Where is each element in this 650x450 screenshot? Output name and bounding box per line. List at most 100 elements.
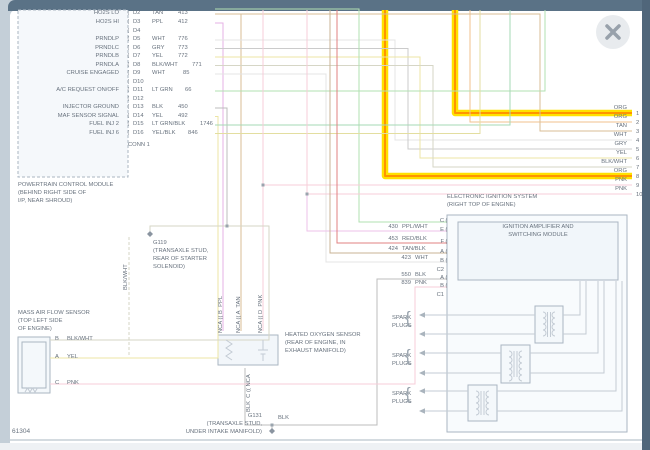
pcm-pin-id: D5 xyxy=(133,37,140,43)
pcm-pin-id: D6 xyxy=(133,46,140,52)
ignition-system-caption: (RIGHT TOP OF ENGINE) xyxy=(447,203,516,209)
pcm-pin-id: D9 xyxy=(133,71,140,77)
pcm-pin-id: D11 xyxy=(133,88,143,94)
right-pin-number: 2 xyxy=(636,121,639,127)
pcm-pin-bracket: ( xyxy=(128,131,130,136)
close-button[interactable] xyxy=(596,15,630,49)
pcm-pin-id: D2 xyxy=(133,11,140,17)
pcm-wire-color: PPL xyxy=(152,20,163,26)
drawing-number: 61304 xyxy=(12,429,30,436)
pcm-circuit-number: 412 xyxy=(178,20,188,26)
ignition-module-caption: SWITCHING MODULE xyxy=(458,233,618,239)
maf-pin-color: PNK xyxy=(67,381,79,387)
right-pin-number: 4 xyxy=(636,139,639,145)
ho2s-pin-label: NCA (( A TAN xyxy=(237,296,243,333)
module-wire-color: RED/BLK xyxy=(402,237,427,243)
maf-pin-letter: A xyxy=(55,355,59,361)
ground-wire-color: BLK xyxy=(278,416,289,422)
pcm-pin-id: D12 xyxy=(133,97,144,103)
pcm-circuit-number: 771 xyxy=(192,63,202,69)
pcm-circuit-number: 772 xyxy=(178,54,188,60)
pcm-wire-color: TAN xyxy=(152,11,163,17)
pcm-wire-color: LT GRN/BLK xyxy=(152,122,185,128)
maf-pin-color: YEL xyxy=(67,355,78,361)
ground-caption-line: (TRANSAXLE STUD, xyxy=(162,422,262,428)
ho2s-pin-label: NCA (( D PNK xyxy=(259,295,265,333)
right-pin-number: 1 xyxy=(636,112,639,118)
pcm-wire-color: YEL/BLK xyxy=(152,131,176,137)
module-wire-color: TAN/BLK xyxy=(402,247,426,253)
module-pin-bracket: ( xyxy=(446,284,448,289)
pcm-signal-label: PRNDLA xyxy=(19,63,119,69)
pcm-pin-bracket: ( xyxy=(128,105,130,110)
pcm-wire-color: YEL xyxy=(152,54,163,60)
module-circuit-number: 423 xyxy=(311,256,411,262)
pcm-pin-bracket: ( xyxy=(128,114,130,119)
pcm-signal-label: CRUISE ENGAGED xyxy=(19,71,119,77)
pcm-pin-id: D7 xyxy=(133,54,140,60)
ho2s-caption-line: HEATED OXYGEN SENSOR xyxy=(285,333,361,339)
right-pin-color: PNK xyxy=(527,178,627,184)
module-wire-color: PPL/WHT xyxy=(402,225,428,231)
ho2s-caption-line: EXHAUST MANIFOLD) xyxy=(285,349,346,355)
right-pin-color: ORG xyxy=(527,115,627,121)
module-pin-letter: C1 xyxy=(344,293,444,299)
right-pin-color: PNK xyxy=(527,187,627,193)
module-pin-bracket: ( xyxy=(446,259,448,264)
right-pin-color: WHT xyxy=(527,133,627,139)
pcm-signal-label: PRNDLP xyxy=(19,37,119,43)
pcm-pin-id: D3 xyxy=(133,20,140,26)
maf-caption-line: MASS AIR FLOW SENSOR xyxy=(18,311,90,317)
pcm-caption-line: POWERTRAIN CONTROL MODULE xyxy=(18,183,113,189)
pcm-circuit-number: 1746 xyxy=(200,122,213,128)
pcm-pin-bracket: ( xyxy=(128,11,130,16)
maf-caption-line: (TOP LEFT SIDE xyxy=(18,319,62,325)
pcm-wire-color: GRY xyxy=(152,46,164,52)
right-pin-number: 6 xyxy=(636,157,639,163)
maf-caption-line: OF ENGINE) xyxy=(18,327,52,333)
pcm-signal-label: INJECTOR GROUND xyxy=(19,105,119,111)
module-wire-color: PNK xyxy=(415,281,427,287)
module-wire-color: WHT xyxy=(415,256,428,262)
maf-pin-color: BLK/WHT xyxy=(67,337,93,343)
ignition-system-caption: ELECTRONIC IGNITION SYSTEM xyxy=(447,195,537,201)
module-circuit-number: 550 xyxy=(311,273,411,279)
maf-pin-letter: C xyxy=(55,381,59,387)
pcm-wire-color: BLK/WHT xyxy=(152,63,178,69)
pcm-circuit-number: 66 xyxy=(185,88,191,94)
right-pin-number: 9 xyxy=(636,184,639,190)
right-pin-number: 3 xyxy=(636,130,639,136)
ho2s-caption-line: (REAR OF ENGINE, IN xyxy=(285,341,346,347)
pcm-pin-bracket: ( xyxy=(128,63,130,68)
pcm-pin-bracket: ( xyxy=(128,29,130,34)
pcm-pin-id: D13 xyxy=(133,105,144,111)
pcm-pin-bracket: ( xyxy=(128,20,130,25)
right-pin-color: GRY xyxy=(527,142,627,148)
module-pin-bracket: ( xyxy=(446,240,448,245)
ground-caption-line: UNDER INTAKE MANIFOLD) xyxy=(162,430,262,436)
pcm-caption-line: I/P, NEAR SHROUD) xyxy=(18,199,72,205)
ground-caption-line: REAR OF STARTER xyxy=(153,257,207,263)
module-pin-bracket: ( xyxy=(446,276,448,281)
module-circuit-number: 424 xyxy=(298,247,398,253)
pcm-pin-bracket: ( xyxy=(128,54,130,59)
module-circuit-number: 453 xyxy=(298,237,398,243)
pcm-pin-id: D10 xyxy=(133,80,144,86)
diagram-labels-layer: G119(TRANSAXLE STUD,REAR OF STARTERSOLEN… xyxy=(0,0,650,450)
ground-caption-line: G119 xyxy=(153,241,167,247)
module-circuit-number: 430 xyxy=(298,225,398,231)
pcm-signal-label: PRNDLC xyxy=(19,46,119,52)
close-icon xyxy=(596,15,630,49)
right-pin-number: 5 xyxy=(636,148,639,154)
pcm-signal-label: FUEL INJ 2 xyxy=(19,122,119,128)
ho2s-pin-label: NCA (( B PPL xyxy=(219,296,225,333)
pcm-pin-id: D16 xyxy=(133,131,144,137)
pcm-wire-color: BLK xyxy=(152,105,163,111)
ground-caption-line: G131 xyxy=(162,414,262,420)
pcm-signal-label: A/C REQUEST ON/OFF xyxy=(19,88,119,94)
right-pin-color: ORG xyxy=(527,169,627,175)
wire-color-rotated-label: BLK/WHT xyxy=(124,264,130,290)
pcm-circuit-number: 450 xyxy=(178,105,188,111)
pcm-signal-label: MAF SENSOR SIGNAL xyxy=(19,114,119,120)
module-pin-bracket: ( xyxy=(446,250,448,255)
